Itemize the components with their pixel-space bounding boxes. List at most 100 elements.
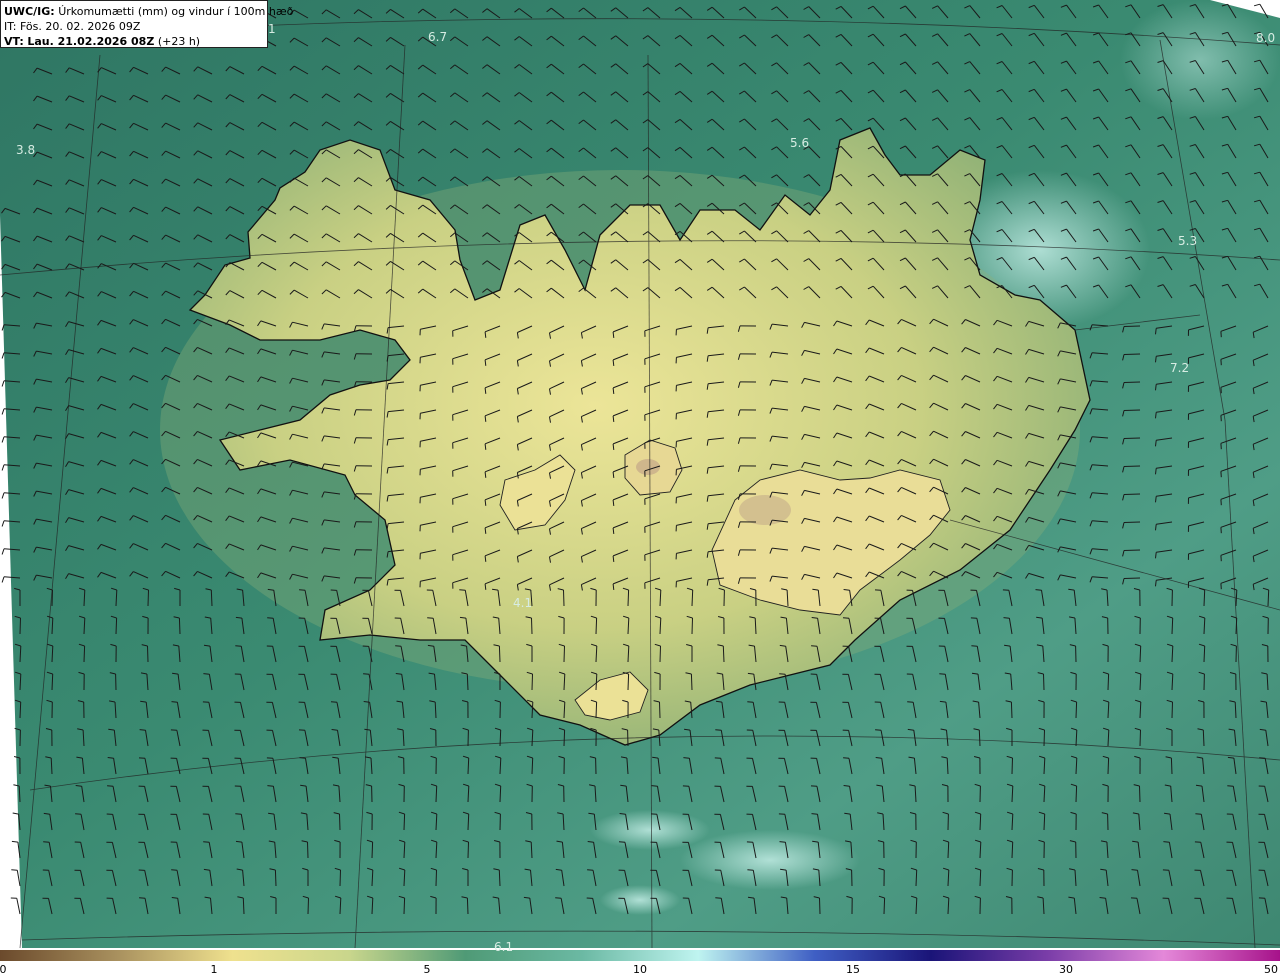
wind-barb-feather (459, 616, 466, 619)
map-canvas (0, 0, 1280, 948)
wind-barb (1139, 645, 1142, 663)
wind-barb (307, 841, 309, 859)
wind-barb-feather (683, 757, 690, 759)
wind-barb-feather (11, 869, 18, 871)
wind-barb-feather (395, 673, 402, 675)
wind-barb (403, 897, 406, 915)
wind-barb (1171, 701, 1173, 719)
wind-barb-feather (203, 673, 210, 675)
wind-barb-feather (843, 785, 850, 787)
wind-barb (1043, 729, 1045, 747)
wind-barb-feather (612, 471, 615, 478)
wind-barb (883, 897, 886, 915)
wind-barb-feather (299, 589, 306, 591)
wind-barb (1123, 465, 1141, 467)
wind-barb-feather (715, 897, 722, 899)
wind-barb-feather (484, 359, 487, 366)
wind-barb-feather (1227, 785, 1234, 787)
wind-barb-feather (484, 555, 487, 562)
wind-barb-feather (715, 729, 722, 731)
colorbar-tick: 5 (423, 963, 431, 976)
wind-barb (1043, 813, 1046, 831)
wind-barb-feather (363, 701, 370, 703)
wind-barb-feather (484, 415, 487, 422)
wind-barb (1075, 701, 1078, 719)
wind-barb-feather (612, 387, 615, 394)
wind-barb (1139, 785, 1141, 803)
wind-barb-feather (139, 729, 146, 731)
wind-barb (467, 841, 469, 859)
wind-barb-feather (1155, 468, 1157, 475)
wind-barb (531, 617, 533, 635)
init-time-label: IT: (4, 20, 17, 33)
value-label: 6.1 (494, 940, 514, 954)
wind-barb (1123, 353, 1141, 355)
colorbar-strip (0, 950, 1280, 961)
wind-barb (1123, 325, 1141, 327)
wind-barb-feather (1227, 756, 1234, 759)
wind-barb-feather (842, 617, 850, 619)
wind-barb (595, 701, 598, 719)
wind-barb (435, 869, 437, 887)
colorbar-tick: 0 (0, 963, 7, 976)
wind-barb (339, 813, 341, 831)
wind-barb-feather (1035, 589, 1042, 591)
wind-barb-feather (235, 616, 242, 619)
wind-barb-feather (484, 527, 487, 534)
wind-barb (722, 645, 725, 663)
wind-barb-feather (1003, 617, 1010, 619)
wind-barb-feather (811, 617, 818, 619)
wind-barb-feather (618, 841, 626, 843)
wind-barb-feather (203, 841, 210, 843)
wind-barb (1203, 645, 1206, 663)
wind-barb-feather (171, 701, 178, 703)
map-header: UWC/IG: Úrkomumætti (mm) og vindur í 100… (0, 0, 293, 48)
wind-barb (1123, 521, 1141, 523)
wind-barb (691, 589, 694, 607)
wind-barb (467, 757, 470, 775)
wind-barb (147, 589, 149, 607)
colorbar-tick: 10 (633, 963, 647, 976)
precipitation-map[interactable] (0, 0, 1280, 948)
wind-barb (659, 701, 661, 719)
wind-barb (979, 813, 982, 831)
wind-barb-feather (971, 645, 978, 647)
wind-barb (1107, 673, 1110, 691)
wind-barb-feather (779, 673, 786, 675)
wind-barb (339, 869, 341, 887)
wind-barb (563, 645, 565, 663)
wind-barb-feather (235, 645, 242, 647)
wind-barb-feather (43, 841, 50, 843)
wind-barb-feather (171, 869, 178, 871)
wind-barb (1123, 409, 1141, 411)
wind-barb-feather (747, 869, 754, 871)
wind-barb (19, 701, 22, 719)
wind-barb (627, 673, 630, 691)
wind-barb-feather (612, 443, 615, 450)
wind-barb-feather (363, 673, 370, 675)
wind-barb (83, 645, 86, 663)
wind-barb-feather (484, 471, 487, 478)
wind-barb (819, 897, 821, 915)
wind-barb-feather (1131, 869, 1138, 871)
value-label: 5.3 (1178, 234, 1198, 248)
wind-barb (1043, 673, 1045, 691)
value-label: 6.7 (428, 30, 448, 44)
wind-barb (1123, 381, 1141, 383)
lead-time: (+23 h) (157, 35, 201, 48)
wind-barb-feather (619, 813, 626, 815)
wind-barb (467, 813, 470, 831)
value-label: 7.2 (1170, 361, 1190, 375)
wind-barb-feather (235, 840, 242, 843)
wind-barb-feather (1155, 356, 1157, 363)
wind-barb (178, 617, 181, 635)
wind-barb-feather (811, 645, 818, 647)
wind-barb (531, 757, 534, 775)
wind-barb (1203, 589, 1206, 607)
wind-barb (466, 673, 469, 691)
model-name: UWC/IG: (4, 5, 55, 18)
wind-barb-feather (747, 701, 754, 703)
wind-barb-feather (587, 869, 594, 871)
product-title: Úrkomumætti (mm) og vindur í 100m hæð (58, 5, 294, 18)
value-label: 3.8 (16, 143, 36, 157)
